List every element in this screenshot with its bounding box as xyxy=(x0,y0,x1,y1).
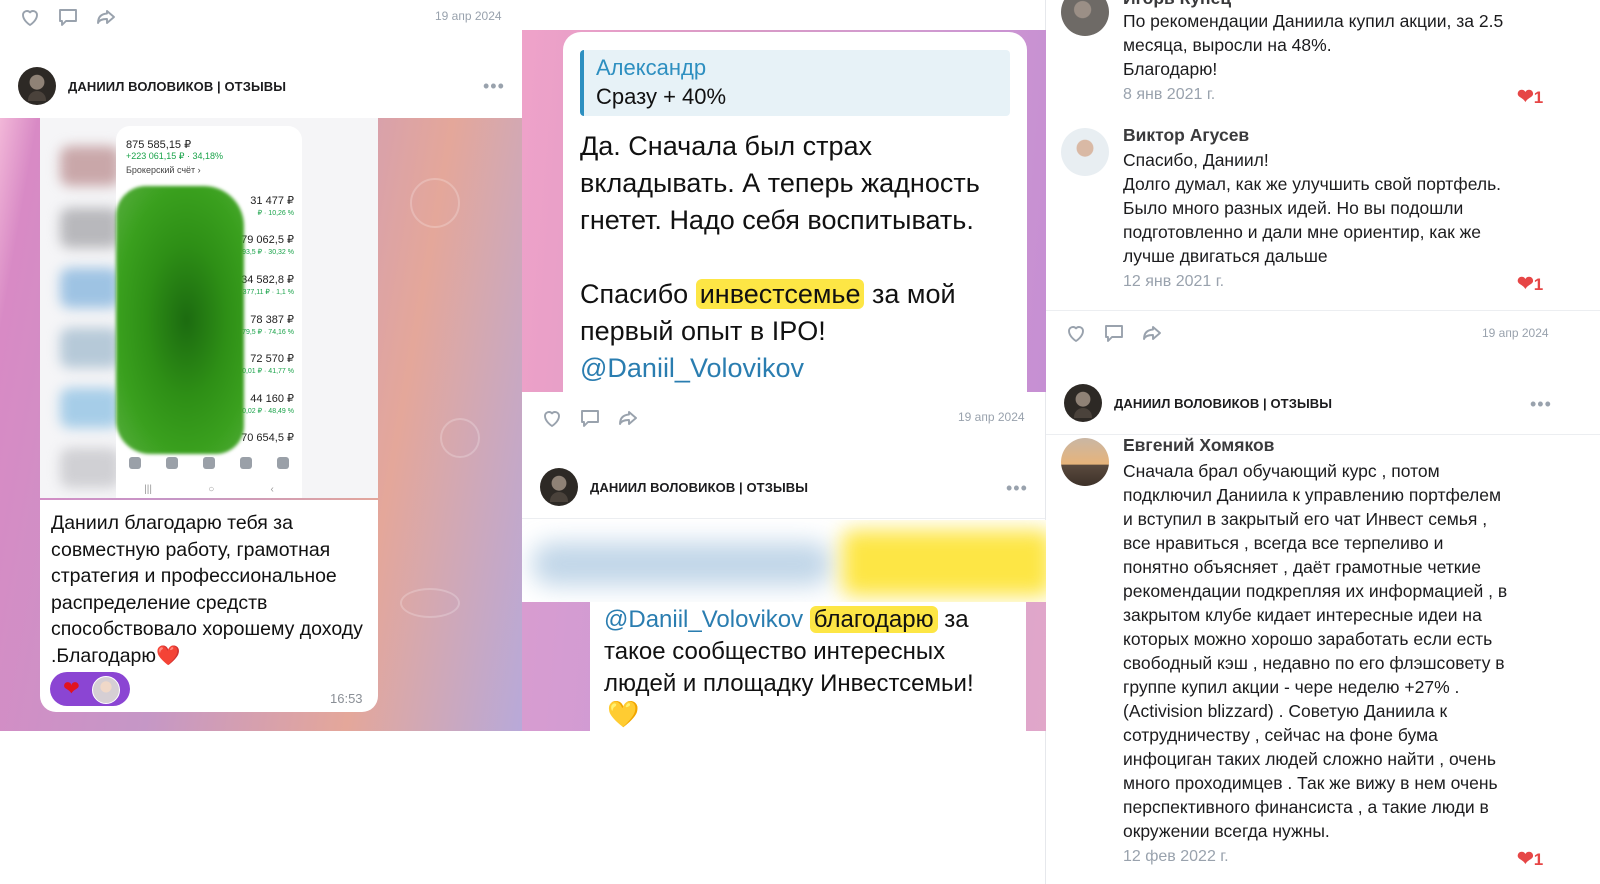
mention-link[interactable]: @Daniil_Volovikov xyxy=(604,606,803,633)
comment-like[interactable]: ❤1 xyxy=(1517,846,1543,871)
comment-line: подключил Даниила к управлению портфелем xyxy=(1123,485,1501,505)
comment-date: 12 янв 2021 г. xyxy=(1123,273,1225,290)
comment-like[interactable]: ❤1 xyxy=(1517,271,1543,296)
highlighted-word: инвестсемье xyxy=(695,279,865,309)
post-date: 19 апр 2024 xyxy=(435,9,502,23)
like-icon[interactable] xyxy=(18,5,42,29)
position-change: ₽ · 10,26 % xyxy=(257,210,294,217)
comment-line: Сначала брал обучающий курс , потом xyxy=(1123,461,1440,481)
position-change: 0,02 ₽ · 48,49 % xyxy=(242,408,294,415)
comment-line: месяца, выросли на 48%. xyxy=(1123,35,1332,55)
comment-line: По рекомендации Даниила купил акции, за … xyxy=(1123,11,1504,31)
comment-line: группе купил акции - чере неделю +27% . xyxy=(1123,677,1460,697)
comment-icon[interactable] xyxy=(1102,321,1126,345)
portfolio-total: 875 585,15 ₽ xyxy=(126,139,192,151)
channel-name[interactable]: ДАНИИЛ ВОЛОВИКОВ | ОТЗЫВЫ xyxy=(68,79,286,94)
channel-name[interactable]: ДАНИИЛ ВОЛОВИКОВ | ОТЗЫВЫ xyxy=(590,480,808,495)
like-icon[interactable] xyxy=(1064,321,1088,345)
position-value: 78 387 ₽ xyxy=(250,314,294,326)
post-date: 19 апр 2024 xyxy=(1482,326,1549,340)
android-nav-bar: ||| ○ ‹ xyxy=(144,483,274,495)
channel-avatar[interactable] xyxy=(540,468,578,506)
comment-date: 12 фев 2022 г. xyxy=(1123,848,1229,865)
commenter-name[interactable]: Игорь Купец xyxy=(1123,0,1231,9)
portfolio-gain: +223 061,15 ₽ · 34,18% xyxy=(126,151,224,161)
comment-line: Было много разных идей. Но вы подошли xyxy=(1123,198,1464,218)
more-options-icon[interactable]: ••• xyxy=(1006,479,1028,497)
commenter-avatar[interactable] xyxy=(1061,128,1109,176)
position-value: 70 654,5 ₽ xyxy=(241,432,294,444)
channel-avatar[interactable] xyxy=(18,67,56,105)
message-text-thanks: Спасибо инвестсемье за мой первый опыт в… xyxy=(580,279,956,383)
commenter-name[interactable]: Евгений Хомяков xyxy=(1123,435,1274,456)
redaction-scribble xyxy=(116,186,244,454)
comment-line: Благодарю! xyxy=(1123,59,1218,79)
channel-name[interactable]: ДАНИИЛ ВОЛОВИКОВ | ОТЗЫВЫ xyxy=(1114,396,1332,411)
message-time: 16:53 xyxy=(330,691,363,706)
position-change: 0,01 ₽ · 41,77 % xyxy=(242,368,294,375)
heart-reaction-icon: ❤ xyxy=(63,678,80,700)
heart-icon: ❤ xyxy=(1517,848,1534,870)
quote-text: Сразу + 40% xyxy=(596,84,727,109)
comment-line: подготовленно и дали мне ориентир, как ж… xyxy=(1123,222,1482,242)
like-icon[interactable] xyxy=(540,406,564,430)
commenter-avatar[interactable] xyxy=(1061,0,1109,36)
comment-line: (Activision blizzard) . Советую Даниила … xyxy=(1123,701,1448,721)
divider xyxy=(1046,310,1600,311)
position-change: 93,5 ₽ · 30,32 % xyxy=(242,249,294,256)
share-icon[interactable] xyxy=(94,5,118,29)
position-value: 34 582,8 ₽ xyxy=(241,274,294,286)
quote-author: Александр xyxy=(596,55,707,80)
message-text: Да. Сначала был страх вкладывать. А тепе… xyxy=(580,131,980,235)
comment-line: закрытом клубе кидает интересные идеи на xyxy=(1123,605,1482,625)
comment-icon[interactable] xyxy=(56,5,80,29)
mention-link[interactable]: @Daniil_Volovikov xyxy=(580,353,804,383)
comment-line: Спасибо, Даниил! xyxy=(1123,150,1269,170)
comment-date: 8 янв 2021 г. xyxy=(1123,86,1216,103)
commenter-name[interactable]: Виктор Агусев xyxy=(1123,125,1249,146)
comment-line: много проходимцев . Так же вижу в нем оч… xyxy=(1123,773,1498,793)
comment-line: лучше двигаться дальше xyxy=(1123,246,1328,266)
broker-account-label: Брокерский счёт › xyxy=(126,165,201,175)
more-options-icon[interactable]: ••• xyxy=(483,77,505,95)
comment-line: Долго думал, как же улучшить свой портфе… xyxy=(1123,174,1502,194)
comment-line: сотрудничеству , сейчас на фоне бума xyxy=(1123,725,1438,745)
position-change: 377,11 ₽ · 1,1 % xyxy=(242,289,294,296)
reactor-avatar xyxy=(92,676,120,704)
message-text: @Daniil_Volovikov благодарю за такое соо… xyxy=(604,606,974,697)
comment-line: инфоциган таких людей сложно найти , оче… xyxy=(1123,749,1496,769)
channel-avatar[interactable] xyxy=(1064,384,1102,422)
comment-line: все нравиться , всегда все терпеливо и xyxy=(1123,533,1444,553)
position-change: 79,5 ₽ · 74,16 % xyxy=(242,329,294,336)
position-value: 72 570 ₽ xyxy=(250,353,294,365)
commenter-avatar[interactable] xyxy=(1061,438,1109,486)
comment-line: которых можно хорошо заработать если ест… xyxy=(1123,629,1493,649)
divider xyxy=(522,518,1045,519)
comment-like[interactable]: ❤1 xyxy=(1517,84,1543,109)
comment-line: свободный кэш , недавно по его флэшсовет… xyxy=(1123,653,1505,673)
comment-line: рекомендации подкрепляя их информацией ,… xyxy=(1123,581,1508,601)
comment-line: и вступил в закрытый его чат Инвест семь… xyxy=(1123,509,1488,529)
position-value: 31 477 ₽ xyxy=(250,195,294,207)
share-icon[interactable] xyxy=(616,406,640,430)
heart-icon: ❤ xyxy=(1517,273,1534,295)
share-icon[interactable] xyxy=(1140,321,1164,345)
position-value: 44 160 ₽ xyxy=(250,393,294,405)
message-text: Даниил благодарю тебя за совместную рабо… xyxy=(51,512,363,667)
blurred-image-strip xyxy=(522,520,1046,602)
comment-line: понятно объясняет , даёт грамотные четки… xyxy=(1123,557,1481,577)
highlighted-word: благодарю xyxy=(809,606,938,633)
gold-heart-icon: 💛 xyxy=(607,699,640,729)
post-date: 19 апр 2024 xyxy=(958,410,1025,424)
more-options-icon[interactable]: ••• xyxy=(1530,395,1552,413)
comment-line: окружении всегда нужны. xyxy=(1123,821,1330,841)
comment-line: перспективного финансиста , а такие люди… xyxy=(1123,797,1489,817)
heart-icon: ❤ xyxy=(1517,86,1534,108)
position-value: 79 062,5 ₽ xyxy=(241,234,294,246)
app-tab-bar xyxy=(116,448,302,478)
comment-icon[interactable] xyxy=(578,406,602,430)
